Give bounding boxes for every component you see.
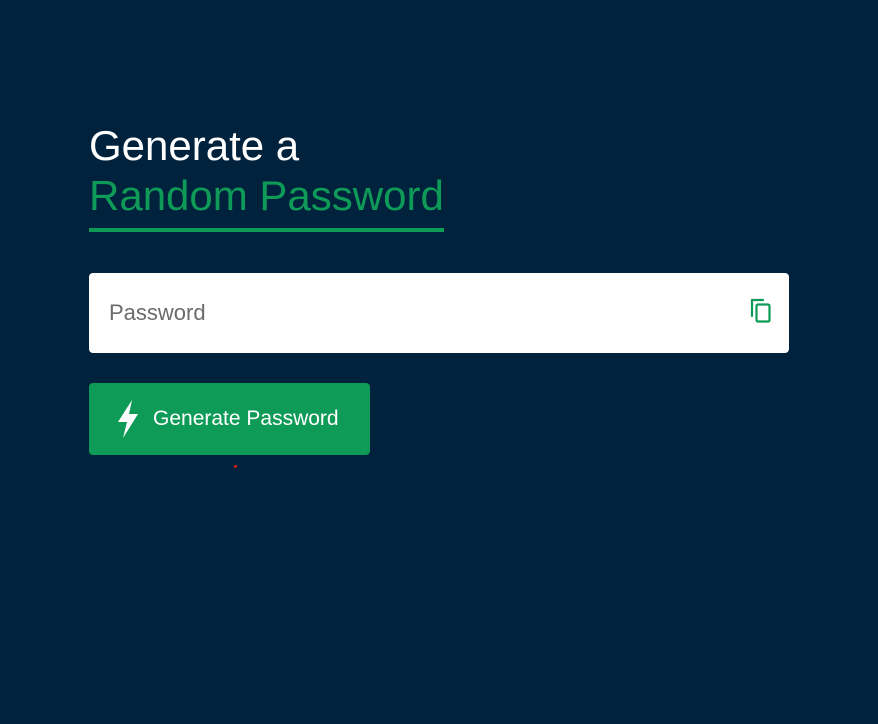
password-input[interactable] <box>89 273 729 353</box>
copy-icon <box>749 298 773 329</box>
title-line-1: Generate a <box>89 122 300 169</box>
cursor-dot <box>234 465 237 468</box>
lightning-bolt-icon <box>115 399 141 439</box>
password-generator-page: Generate a Random Password Generate Pass… <box>0 0 878 724</box>
password-field-container <box>89 273 789 353</box>
page-title: Generate a Random Password <box>89 122 444 232</box>
title-line-2-highlight: Random Password <box>89 170 444 232</box>
copy-button[interactable] <box>747 298 775 329</box>
generate-password-button[interactable]: Generate Password <box>89 383 370 455</box>
generate-button-label: Generate Password <box>153 407 339 430</box>
